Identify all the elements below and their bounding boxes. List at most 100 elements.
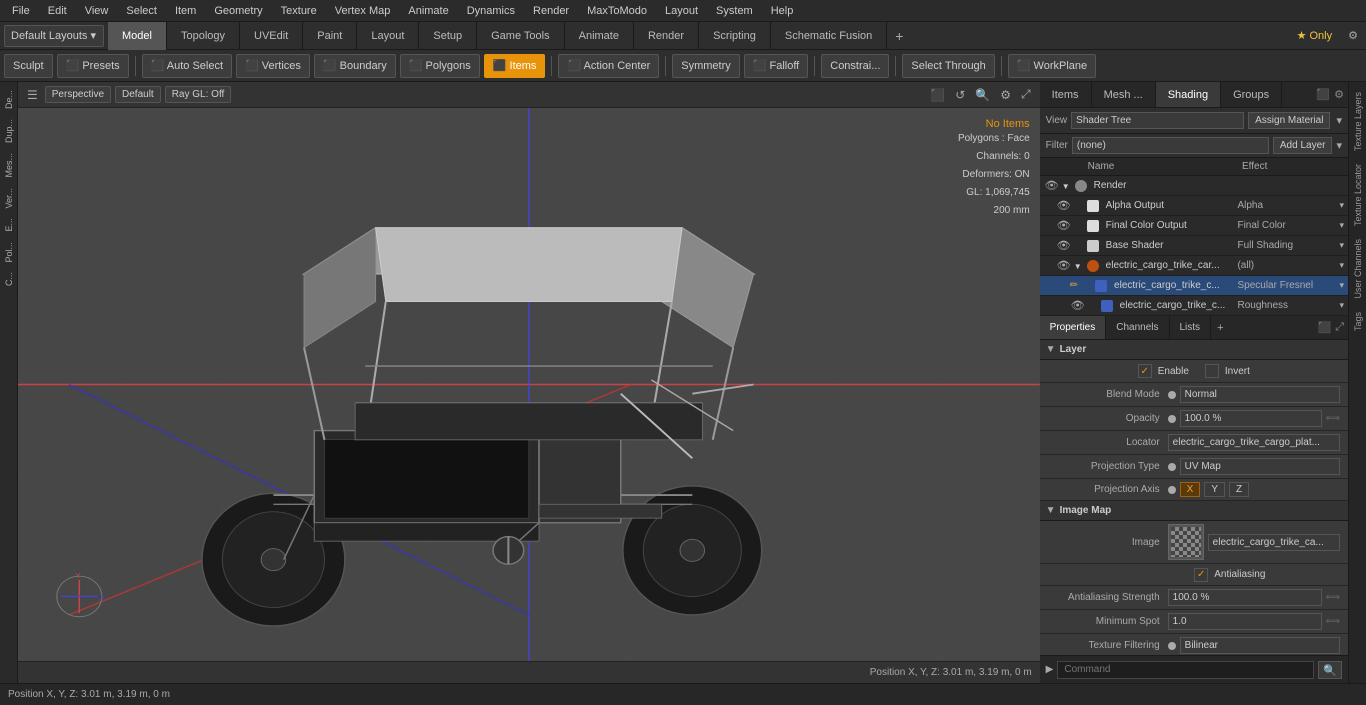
screenshot-icon[interactable]: ⬛	[927, 88, 948, 102]
star-only[interactable]: ★ Only	[1289, 29, 1341, 42]
vertices-button[interactable]: ⬛ Vertices	[236, 54, 310, 78]
sidebar-label-e[interactable]: E...	[2, 214, 16, 236]
invert-checkbox[interactable]	[1205, 364, 1219, 378]
tab-topology[interactable]: Topology	[167, 22, 240, 50]
add-layer-dropdown-icon[interactable]: ▾	[1336, 139, 1342, 152]
tab-scripting[interactable]: Scripting	[699, 22, 771, 50]
tree-row-base-shader[interactable]: 👁 Base Shader Full Shading ▾	[1040, 236, 1348, 256]
panel-tab-mesh[interactable]: Mesh ...	[1092, 82, 1156, 107]
menu-view[interactable]: View	[77, 3, 117, 19]
enable-checkbox[interactable]: ✓	[1138, 364, 1152, 378]
expand-trike-group[interactable]	[1072, 260, 1084, 272]
maximize-icon[interactable]: ⤢	[1018, 87, 1034, 102]
tab-paint[interactable]: Paint	[303, 22, 357, 50]
menu-geometry[interactable]: Geometry	[206, 3, 270, 19]
opacity-input[interactable]	[1180, 410, 1322, 427]
eye-icon-final-color[interactable]: 👁	[1056, 219, 1072, 232]
action-center-button[interactable]: ⬛ Action Center	[558, 54, 659, 78]
polygons-button[interactable]: ⬛ Polygons	[400, 54, 480, 78]
sidebar-label-c[interactable]: C...	[2, 268, 16, 290]
tex-filter-select[interactable]: Bilinear	[1180, 637, 1340, 654]
menu-item[interactable]: Item	[167, 3, 204, 19]
eye-icon-trike-group[interactable]: 👁	[1056, 259, 1072, 272]
aa-strength-input[interactable]	[1168, 589, 1322, 606]
menu-edit[interactable]: Edit	[40, 3, 75, 19]
menu-file[interactable]: File	[4, 3, 38, 19]
final-color-arrow[interactable]: ▾	[1339, 220, 1344, 231]
camera-button[interactable]: Default	[115, 86, 161, 103]
work-plane-button[interactable]: ⬛ WorkPlane	[1008, 54, 1096, 78]
add-tab-button[interactable]: +	[887, 22, 911, 50]
menu-dynamics[interactable]: Dynamics	[459, 3, 523, 19]
blend-mode-select[interactable]: Normal	[1180, 386, 1340, 403]
menu-layout[interactable]: Layout	[657, 3, 706, 19]
tree-row-trike-specular[interactable]: ✏ electric_cargo_trike_c... Specular Fre…	[1040, 276, 1348, 296]
layout-selector[interactable]: Default Layouts ▾	[4, 25, 104, 47]
z-axis-button[interactable]: Z	[1229, 482, 1249, 497]
panel-tab-items[interactable]: Items	[1040, 82, 1092, 107]
add-layer-button[interactable]: Add Layer	[1273, 137, 1333, 154]
roughness-arrow[interactable]: ▾	[1339, 300, 1344, 311]
refresh-icon[interactable]: ↺	[952, 88, 968, 102]
section-image-map-header[interactable]: ▼ Image Map	[1040, 501, 1348, 521]
tab-game-tools[interactable]: Game Tools	[477, 22, 565, 50]
settings-button[interactable]: ⚙	[1340, 29, 1366, 42]
tab-model[interactable]: Model	[108, 22, 167, 50]
image-thumbnail[interactable]	[1168, 524, 1204, 560]
menu-select[interactable]: Select	[118, 3, 165, 19]
vtab-texture-layers[interactable]: Texture Layers	[1351, 86, 1365, 157]
sculpt-button[interactable]: Sculpt	[4, 54, 53, 78]
viewport[interactable]: ☰ Perspective Default Ray GL: Off ⬛ ↺ 🔍 …	[18, 82, 1040, 683]
proj-type-select[interactable]: UV Map	[1180, 458, 1340, 475]
command-search-button[interactable]: 🔍	[1318, 661, 1342, 679]
props-resize-icon[interactable]: ⬛	[1317, 321, 1331, 334]
presets-button[interactable]: ⬛ Presets	[57, 54, 129, 78]
constraints-button[interactable]: Constrai...	[821, 54, 889, 78]
x-axis-button[interactable]: X	[1180, 482, 1201, 497]
eye-icon-base-shader[interactable]: 👁	[1056, 239, 1072, 252]
menu-render[interactable]: Render	[525, 3, 577, 19]
sidebar-label-mesh[interactable]: Mes...	[2, 149, 16, 182]
eye-icon-roughness[interactable]: 👁	[1070, 299, 1086, 312]
image-select[interactable]: electric_cargo_trike_ca...	[1208, 534, 1340, 551]
trike-group-arrow[interactable]: ▾	[1339, 260, 1344, 271]
aa-strength-drag-icon[interactable]: ⟺	[1326, 592, 1340, 603]
props-tab-channels[interactable]: Channels	[1106, 316, 1169, 339]
tab-animate[interactable]: Animate	[565, 22, 634, 50]
tab-schematic[interactable]: Schematic Fusion	[771, 22, 887, 50]
sidebar-label-dup[interactable]: Dup...	[2, 115, 16, 147]
boundary-button[interactable]: ⬛ Boundary	[314, 54, 396, 78]
tab-setup[interactable]: Setup	[419, 22, 477, 50]
panel-settings-icon[interactable]: ⚙	[1334, 88, 1344, 101]
expand-render[interactable]	[1060, 180, 1072, 192]
base-shader-arrow[interactable]: ▾	[1339, 240, 1344, 251]
eye-icon-render[interactable]: 👁	[1044, 179, 1060, 192]
items-button[interactable]: ⬛ Items	[484, 54, 546, 78]
ray-gl-button[interactable]: Ray GL: Off	[165, 86, 232, 103]
panel-tab-shading[interactable]: Shading	[1156, 82, 1221, 107]
auto-select-button[interactable]: ⬛ Auto Select	[142, 54, 232, 78]
antialiasing-checkbox[interactable]: ✓	[1194, 568, 1208, 582]
command-input[interactable]	[1057, 661, 1314, 679]
settings-icon[interactable]: ⚙	[997, 88, 1014, 102]
falloff-button[interactable]: ⬛ Falloff	[744, 54, 809, 78]
viewport-menu-icon[interactable]: ☰	[24, 88, 41, 102]
menu-texture[interactable]: Texture	[273, 3, 325, 19]
vtab-texture-locator[interactable]: Texture Locator	[1351, 158, 1365, 232]
tab-render[interactable]: Render	[634, 22, 699, 50]
vtab-tags[interactable]: Tags	[1351, 306, 1365, 337]
filter-select[interactable]: (none)	[1072, 137, 1269, 154]
panel-tab-groups[interactable]: Groups	[1221, 82, 1282, 107]
menu-help[interactable]: Help	[763, 3, 802, 19]
select-through-button[interactable]: Select Through	[902, 54, 994, 78]
perspective-button[interactable]: Perspective	[45, 86, 111, 103]
sidebar-label-pol[interactable]: Pol...	[2, 238, 16, 267]
tree-row-alpha[interactable]: 👁 Alpha Output Alpha ▾	[1040, 196, 1348, 216]
menu-animate[interactable]: Animate	[400, 3, 456, 19]
menu-vertex-map[interactable]: Vertex Map	[327, 3, 399, 19]
tab-layout[interactable]: Layout	[357, 22, 419, 50]
sidebar-label-vert[interactable]: Ver...	[2, 184, 16, 213]
locator-select[interactable]: electric_cargo_trike_cargo_plat...	[1168, 434, 1340, 451]
props-tab-properties[interactable]: Properties	[1040, 316, 1107, 339]
tree-row-trike-group[interactable]: 👁 electric_cargo_trike_car... (all) ▾	[1040, 256, 1348, 276]
